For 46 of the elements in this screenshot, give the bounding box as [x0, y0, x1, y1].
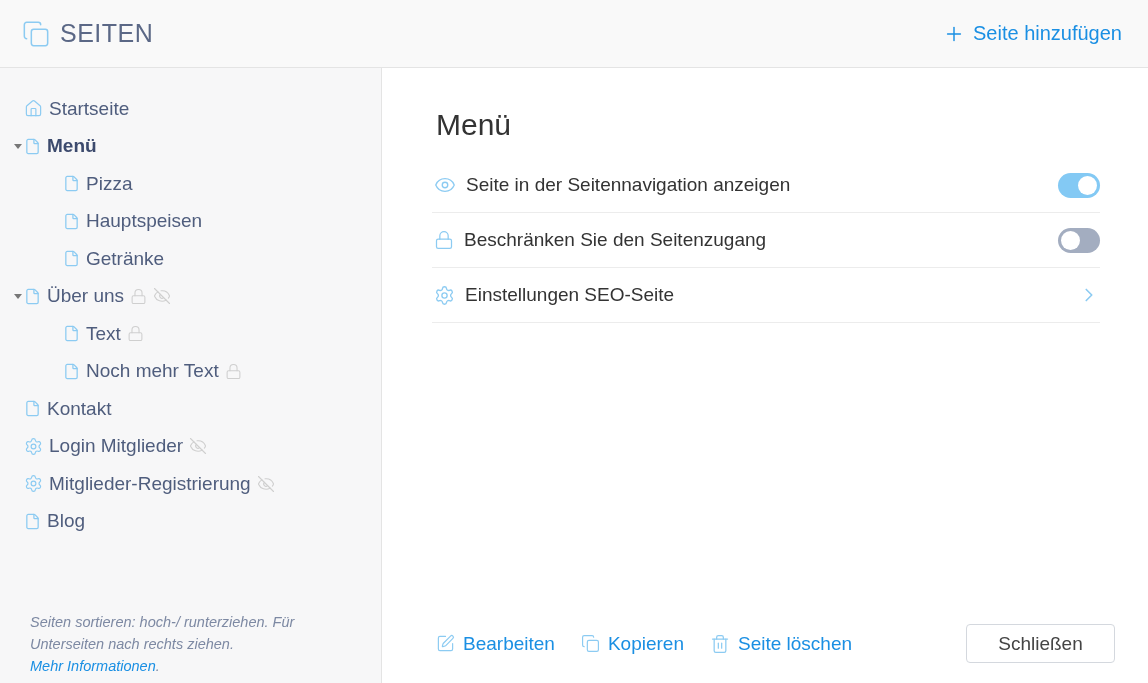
- settings-icon: [24, 474, 43, 494]
- settings-icon: [434, 284, 455, 306]
- lock-icon: [434, 230, 454, 250]
- trash-icon: [709, 633, 730, 654]
- page-item[interactable]: Pizza: [86, 172, 133, 195]
- setting-label: Einstellungen SEO-Seite: [465, 284, 676, 306]
- page-icon: [63, 175, 80, 193]
- page-item[interactable]: Text: [86, 322, 121, 345]
- page-item[interactable]: Blog: [47, 510, 86, 533]
- help-text: Seiten sortieren: hoch-/ runterziehen. Für Unterseiten nach rechts ziehen. Mehr Informationen.: [29, 613, 296, 676]
- copy-icon: [580, 634, 600, 653]
- page-item[interactable]: Mitglieder-Registrierung: [49, 472, 251, 495]
- page-icon: [24, 287, 41, 305]
- page-icon: [63, 325, 80, 343]
- page-item[interactable]: Getränke: [86, 247, 165, 270]
- setting-label: Seite in der Seitennavigation anzeigen: [466, 174, 792, 196]
- page-item[interactable]: Noch mehr Text: [86, 360, 219, 383]
- page-icon: [63, 362, 80, 380]
- toggle-switch[interactable]: [1058, 172, 1100, 198]
- page-icon: [63, 250, 80, 268]
- pages-icon: [22, 19, 50, 48]
- action-button[interactable]: Kopieren: [580, 632, 684, 655]
- action-button[interactable]: Seite löschen: [709, 632, 853, 655]
- page-item[interactable]: Über uns: [47, 285, 125, 308]
- add-page-button[interactable]: Seite hinzufügen: [943, 22, 1122, 45]
- caret-icon[interactable]: [14, 293, 22, 299]
- page-icon: [24, 512, 41, 530]
- setting-label: Beschränken Sie den Seitenzugang: [464, 229, 768, 251]
- home-icon: [24, 99, 43, 119]
- page-icon: [63, 212, 80, 230]
- toggle-switch[interactable]: [1058, 227, 1100, 253]
- close-button[interactable]: Schließen: [966, 624, 1115, 663]
- caret-icon[interactable]: [14, 143, 22, 149]
- more-info-link[interactable]: Mehr Informationen: [30, 658, 156, 674]
- edit-icon: [436, 634, 455, 653]
- page-icon: [24, 137, 41, 155]
- page-item[interactable]: Kontakt: [47, 397, 112, 420]
- action-button[interactable]: Bearbeiten: [436, 632, 555, 655]
- settings-icon: [24, 436, 43, 456]
- detail-title: Menü: [436, 108, 513, 142]
- page-icon: [24, 400, 41, 418]
- page-item[interactable]: Login Mitglieder: [49, 435, 184, 458]
- page-item[interactable]: Startseite: [49, 97, 130, 120]
- page-title: SEITEN: [60, 19, 154, 48]
- page-item[interactable]: Hauptspeisen: [86, 210, 203, 233]
- page-item[interactable]: Menü: [47, 135, 97, 158]
